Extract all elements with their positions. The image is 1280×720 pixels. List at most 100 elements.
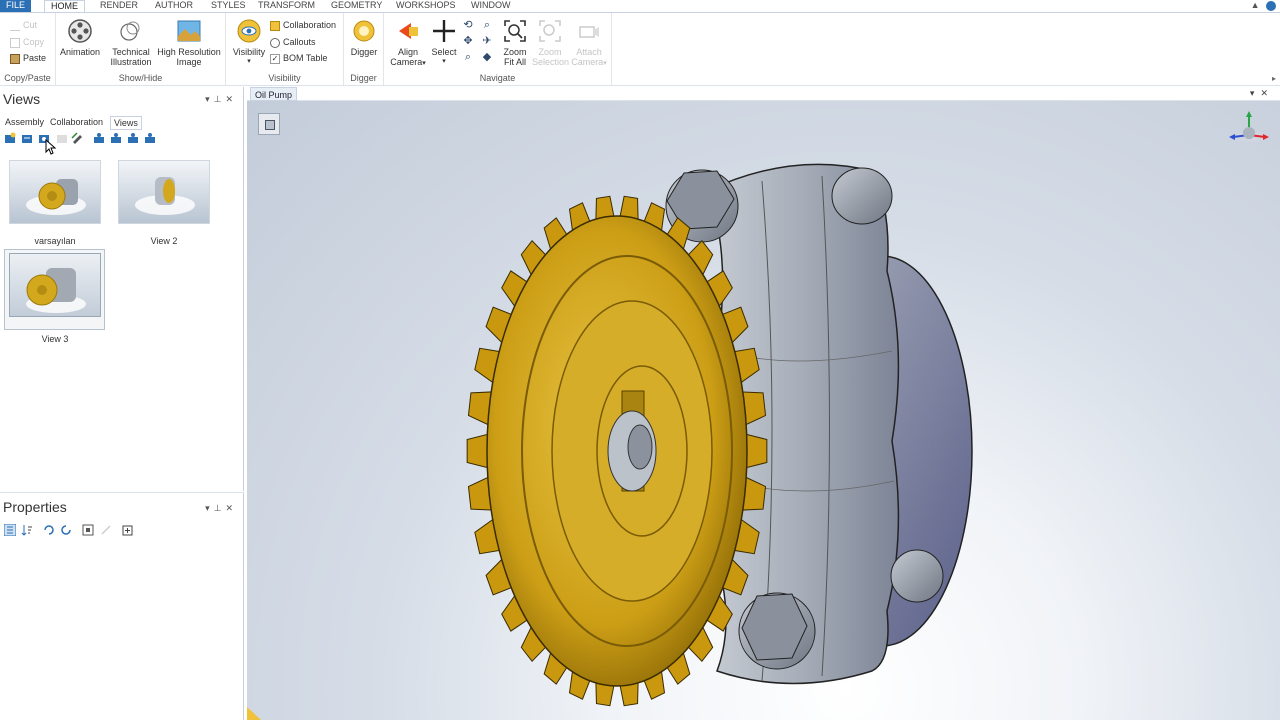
edit-view-icon[interactable] — [71, 132, 83, 144]
pane-dropdown-icon[interactable]: ▾ — [205, 503, 214, 513]
expand-all-icon[interactable] — [43, 524, 55, 536]
paste-button[interactable]: Paste — [10, 51, 46, 65]
bolt-bottom-right — [890, 549, 944, 603]
tab-home[interactable]: HOME — [44, 0, 85, 12]
update-view-icon[interactable] — [21, 132, 33, 144]
group-show-hide: Animation Technical Illustration High Re… — [56, 13, 226, 85]
callouts-toggle[interactable]: Callouts — [270, 35, 316, 49]
views-pane-controls: ▾⊥✕ — [205, 94, 237, 105]
zoom-selection-button[interactable]: Zoom Selection — [532, 18, 569, 67]
help-icon[interactable] — [1266, 0, 1276, 11]
dropdown-arrow-icon: ▾ — [603, 60, 607, 67]
wand-icon[interactable] — [100, 524, 112, 536]
tab-author[interactable]: AUTHOR — [149, 0, 199, 12]
minimize-ribbon-icon[interactable]: ▲ — [1251, 0, 1260, 10]
tab-render[interactable]: RENDER — [94, 0, 144, 12]
pin-icon[interactable]: ⊥ — [214, 94, 226, 104]
tab-window[interactable]: WINDOW — [465, 0, 517, 12]
select-button[interactable]: Select ▾ — [428, 18, 460, 67]
collaboration-toggle[interactable]: Collaboration — [270, 18, 336, 32]
technical-illustration-button[interactable]: Technical Illustration — [106, 18, 156, 67]
pan-icon[interactable]: ✥ — [462, 35, 474, 47]
document-tab-bar: Oil Pump ▾✕ — [247, 87, 1280, 101]
corner-indicator-icon — [247, 707, 261, 720]
view-thumbnail-view-2[interactable] — [118, 160, 210, 224]
tab-transform[interactable]: TRANSFORM — [252, 0, 321, 12]
pin-icon[interactable]: ⊥ — [214, 503, 226, 513]
appearance-view-icon[interactable] — [127, 132, 139, 144]
property-pages-icon[interactable] — [82, 524, 94, 536]
view-label-view-2: View 2 — [150, 236, 178, 246]
properties-pane-controls: ▾⊥✕ — [205, 503, 237, 514]
close-icon[interactable]: ✕ — [225, 94, 237, 104]
cut-button[interactable]: Cut — [10, 18, 37, 32]
camera-view-icon[interactable] — [93, 132, 105, 144]
new-view-icon[interactable] — [4, 132, 16, 144]
copy-button[interactable]: Copy — [10, 35, 44, 49]
view-thumbnail-varsayilan[interactable] — [9, 160, 101, 224]
align-camera-icon — [399, 23, 418, 39]
eye-icon — [237, 19, 261, 43]
tab-geometry[interactable]: GEOMETRY — [325, 0, 388, 12]
window-controls[interactable]: ▲ — [1251, 0, 1276, 11]
fly-icon[interactable]: ✈ — [481, 35, 493, 47]
visibility-button[interactable]: Visibility ▾ — [230, 18, 268, 67]
zoom-window-icon[interactable]: ⌕ — [462, 51, 474, 63]
bolt-top-right — [831, 167, 893, 225]
oil-pump-thumbnail — [135, 177, 195, 215]
views-pane: Views ▾⊥✕ Assembly Collaboration Views v… — [0, 87, 244, 491]
digger-button[interactable]: Digger — [347, 18, 381, 57]
tab-collaboration[interactable]: Collaboration — [47, 116, 106, 128]
high-resolution-image-button[interactable]: High Resolution Image — [156, 18, 222, 67]
digger-icon — [353, 20, 375, 42]
dropdown-arrow-icon: ▾ — [422, 60, 426, 67]
close-icon[interactable]: ✕ — [225, 503, 237, 513]
tab-workshops[interactable]: WORKSHOPS — [390, 0, 462, 12]
zoom-selection-icon — [539, 20, 561, 42]
attach-camera-icon — [579, 26, 599, 38]
document-tab-oil-pump[interactable]: Oil Pump — [250, 87, 298, 101]
tab-file[interactable]: FILE — [0, 0, 32, 12]
group-copy-paste: Cut Copy Paste Copy/Paste — [0, 13, 56, 85]
position-view-icon[interactable] — [144, 132, 156, 144]
delete-view-icon[interactable] — [56, 132, 68, 144]
oil-pump-model[interactable] — [462, 151, 982, 711]
oil-pump-thumbnail — [26, 179, 86, 215]
group-label-digger: Digger — [350, 73, 377, 83]
ribbon-scroll-arrow[interactable]: ▸ — [1272, 74, 1276, 83]
image-icon — [177, 20, 201, 42]
dropdown-arrow-icon: ▾ — [442, 58, 446, 65]
look-at-icon[interactable]: ◆ — [481, 51, 493, 63]
tab-assembly[interactable]: Assembly — [2, 116, 47, 128]
collapse-all-icon[interactable] — [60, 524, 72, 536]
collaboration-icon — [270, 20, 280, 31]
tab-views[interactable]: Views — [110, 116, 142, 130]
document-dropdown-icon[interactable]: ▾ — [1250, 88, 1261, 98]
3d-viewport[interactable] — [247, 101, 1280, 720]
axis-triad-icon[interactable] — [1225, 109, 1269, 145]
visibility-view-icon[interactable] — [110, 132, 122, 144]
callout-icon — [270, 37, 280, 48]
close-document-icon[interactable]: ✕ — [1260, 88, 1274, 98]
pane-dropdown-icon[interactable]: ▾ — [205, 94, 214, 104]
viewport-mode-button[interactable] — [258, 113, 280, 135]
group-label-visibility: Visibility — [268, 73, 301, 83]
ribbon: Cut Copy Paste Copy/Paste Animation Tech… — [0, 12, 1280, 86]
view-thumbnail-view-3[interactable] — [9, 253, 101, 317]
sort-alphabetical-icon[interactable] — [21, 524, 33, 536]
group-label-navigate: Navigate — [479, 73, 516, 83]
orbit-icon[interactable]: ⟲ — [462, 19, 474, 31]
bom-table-checkbox[interactable]: ✓ BOM Table — [270, 51, 327, 65]
properties-pane: Properties ▾⊥✕ — [0, 492, 244, 720]
attach-camera-button[interactable]: Attach Camera▾ — [570, 18, 608, 69]
document-controls: ▾✕ — [1250, 88, 1274, 99]
group-label-show-hide: Show/Hide — [118, 73, 163, 83]
add-property-icon[interactable] — [121, 524, 133, 536]
tab-styles[interactable]: STYLES — [205, 0, 252, 12]
zoom-fit-all-button[interactable]: Zoom Fit All — [498, 18, 532, 67]
categorized-icon[interactable] — [4, 524, 16, 536]
align-camera-button[interactable]: Align Camera▾ — [388, 18, 428, 69]
zoom-icon[interactable]: ⌕ — [481, 19, 493, 31]
animation-button[interactable]: Animation — [58, 18, 102, 57]
crosshair-icon — [433, 20, 455, 42]
